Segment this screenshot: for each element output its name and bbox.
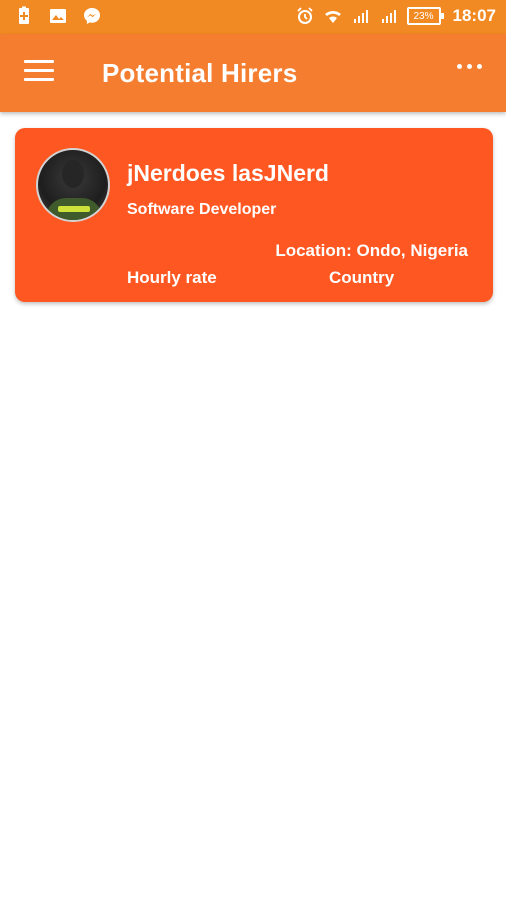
country-label: Country bbox=[329, 268, 395, 287]
hirer-name: jNerdoes lasJNerd bbox=[127, 160, 329, 186]
avatar bbox=[36, 148, 110, 222]
clock: 18:07 bbox=[452, 6, 496, 25]
hirer-card[interactable]: jNerdoes lasJNerd Software Developer Loc… bbox=[15, 128, 493, 302]
battery-saver-icon bbox=[19, 6, 29, 24]
alarm-icon bbox=[296, 7, 313, 24]
battery-icon: 23% bbox=[406, 7, 444, 25]
page-title: Potential Hirers bbox=[102, 58, 298, 88]
hamburger-menu-icon[interactable] bbox=[24, 60, 54, 84]
hirer-role: Software Developer bbox=[127, 201, 277, 218]
battery-level: 23% bbox=[413, 10, 434, 22]
hirer-location: Location: Ondo, Nigeria bbox=[275, 241, 468, 260]
status-bar: 23% 18:07 bbox=[0, 0, 506, 34]
avatar-face bbox=[62, 160, 84, 188]
signal-icon bbox=[381, 10, 396, 23]
status-right-icons: 23% 18:07 bbox=[295, 6, 496, 26]
overflow-menu-icon[interactable] bbox=[457, 64, 482, 69]
avatar-shirt-logo bbox=[58, 206, 90, 212]
status-left-icons bbox=[14, 6, 102, 26]
wifi-icon bbox=[324, 11, 341, 23]
hourly-rate-label: Hourly rate bbox=[127, 268, 217, 287]
image-icon bbox=[50, 9, 66, 23]
signal-icon bbox=[353, 10, 368, 23]
messenger-icon bbox=[84, 8, 100, 24]
app-bar: Potential Hirers bbox=[0, 34, 506, 112]
